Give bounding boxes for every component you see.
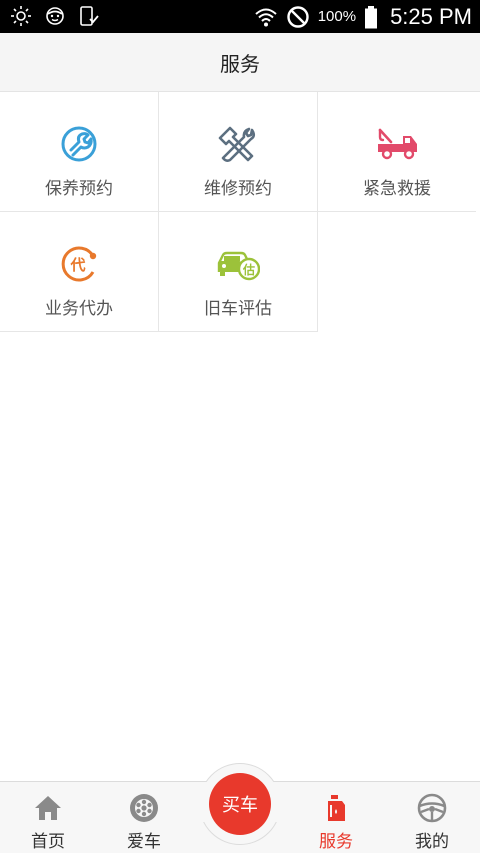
service-label: 旧车评估 <box>204 299 272 319</box>
status-notification-icons <box>10 5 100 27</box>
home-icon <box>35 796 61 820</box>
battery-icon <box>365 5 378 28</box>
buy-car-button[interactable]: 买车 <box>209 773 271 835</box>
service-maintenance-booking[interactable]: 保养预约 <box>0 92 159 212</box>
nav-my-car[interactable]: 爱车 <box>96 782 192 854</box>
status-time: 5:25 PM <box>390 3 472 29</box>
status-bar: 100% 5:25 PM <box>0 0 480 33</box>
service-label: 维修预约 <box>204 179 272 199</box>
repair-tools-icon <box>218 126 256 162</box>
brightness-icon <box>11 6 31 26</box>
nav-label: 爱车 <box>127 832 161 852</box>
maintenance-icon <box>61 126 97 162</box>
svg-text:估: 估 <box>242 262 255 277</box>
no-disturb-icon <box>286 5 309 28</box>
page-title: 服务 <box>220 51 260 76</box>
service-emergency-rescue[interactable]: 紧急救援 <box>318 92 476 212</box>
app-header: 服务 <box>0 33 480 92</box>
nav-mine[interactable]: 我的 <box>384 782 480 854</box>
nav-label: 服务 <box>319 832 353 852</box>
service-label: 紧急救援 <box>363 179 431 199</box>
nav-home[interactable]: 首页 <box>0 782 96 854</box>
oil-bottle-icon <box>328 795 345 821</box>
status-system-icons: 100% 5:25 PM <box>254 0 472 33</box>
service-agent-handling[interactable]: 代 业务代办 <box>0 212 159 332</box>
svg-text:代: 代 <box>69 256 85 274</box>
service-label: 业务代办 <box>45 299 113 319</box>
phone-check-icon <box>80 6 99 26</box>
agent-service-icon: 代 <box>61 246 97 282</box>
wifi-icon <box>255 8 277 26</box>
service-repair-booking[interactable]: 维修预约 <box>159 92 318 212</box>
nav-label: 首页 <box>31 832 65 852</box>
battery-percent: 100% <box>317 8 357 25</box>
service-label: 保养预约 <box>45 179 113 199</box>
wheel-icon <box>130 794 158 822</box>
service-used-car-evaluation[interactable]: 估 旧车评估 <box>159 212 318 332</box>
nav-service[interactable]: 服务 <box>288 782 384 854</box>
nav-label: 我的 <box>415 832 449 852</box>
tow-truck-icon <box>378 128 417 160</box>
face-icon <box>46 7 64 25</box>
steering-wheel-icon <box>417 793 447 823</box>
used-car-evaluation-icon: 估 <box>217 251 260 281</box>
